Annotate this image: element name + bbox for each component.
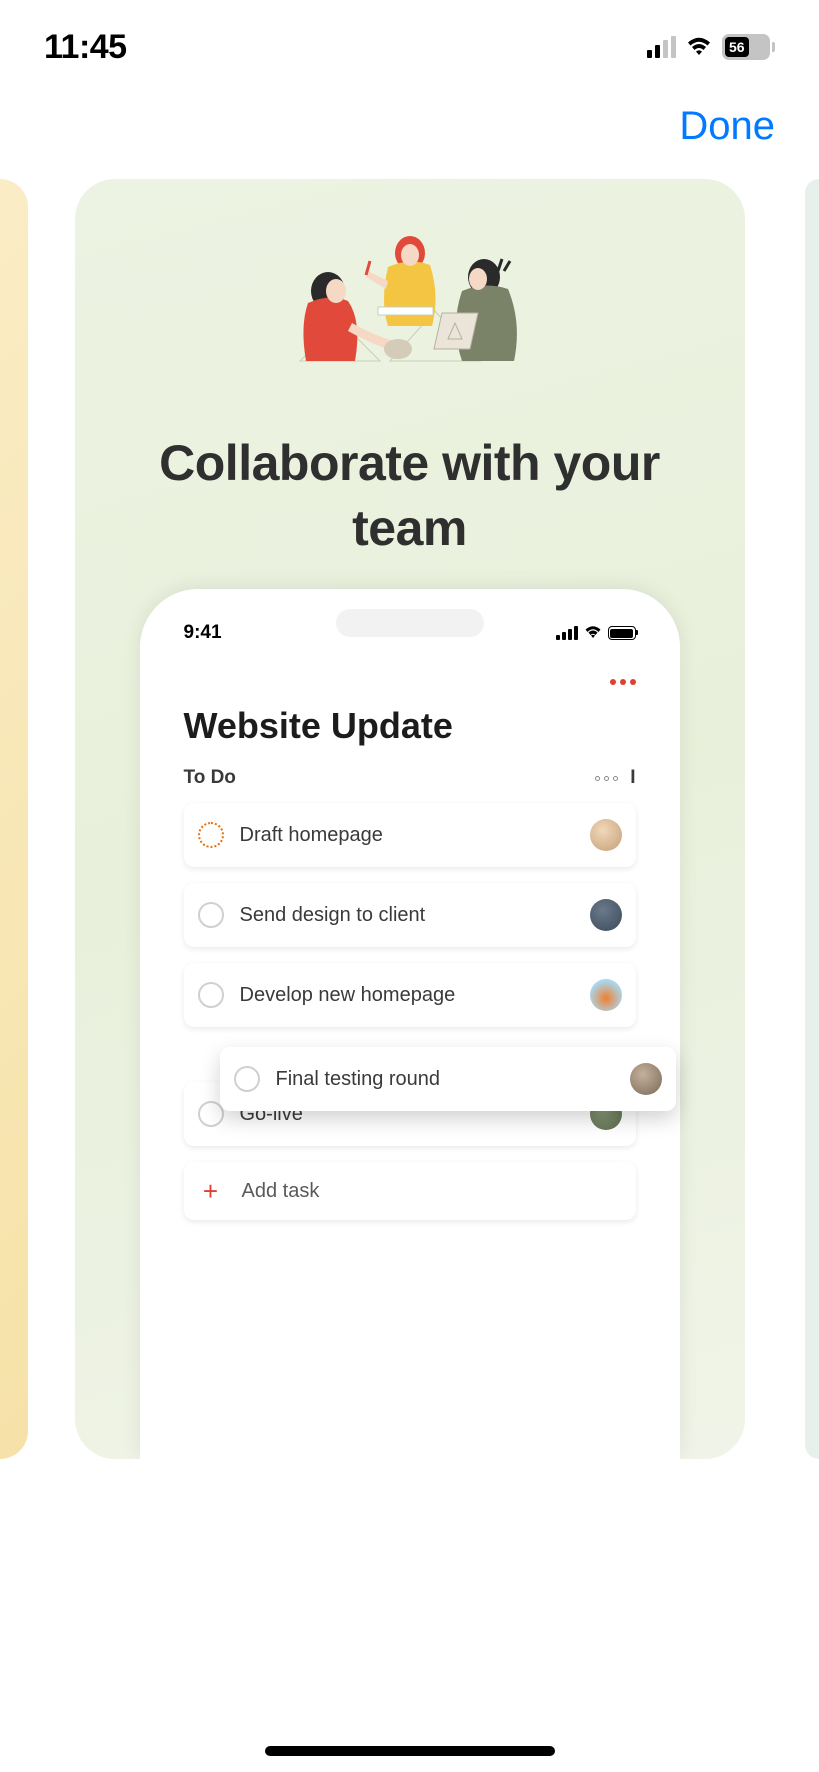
wifi-icon: [684, 36, 714, 58]
avatar: [590, 979, 622, 1011]
status-icons: 56: [647, 34, 775, 60]
plus-icon: +: [198, 1178, 224, 1204]
device-status-bar: 11:45 56: [0, 0, 819, 84]
task-list: Draft homepage Send design to client Dev…: [160, 803, 660, 1220]
next-column-peek: I: [630, 767, 635, 789]
task-card[interactable]: Send design to client: [184, 883, 636, 947]
phone-status-icons: [556, 626, 636, 640]
next-card-peek[interactable]: [805, 179, 819, 1459]
task-card[interactable]: Draft homepage: [184, 803, 636, 867]
prev-card-peek[interactable]: [0, 179, 28, 1459]
column-title: To Do: [184, 767, 236, 789]
avatar: [590, 899, 622, 931]
done-button[interactable]: Done: [679, 104, 775, 149]
phone-signal-icon: [556, 626, 578, 640]
task-card[interactable]: Develop new homepage: [184, 963, 636, 1027]
team-illustration: [270, 231, 550, 391]
phone-mockup: 9:41 Website Update: [140, 589, 680, 1459]
add-task-button[interactable]: + Add task: [184, 1162, 636, 1220]
phone-battery-icon: [608, 626, 636, 640]
battery-level: 56: [725, 37, 749, 57]
task-label: Develop new homepage: [240, 984, 574, 1007]
status-time: 11:45: [44, 28, 127, 67]
avatar: [630, 1063, 662, 1095]
add-task-label: Add task: [242, 1180, 320, 1203]
home-indicator[interactable]: [265, 1746, 555, 1756]
project-more-button[interactable]: [160, 649, 660, 695]
task-label: Final testing round: [276, 1068, 614, 1091]
battery-icon: 56: [722, 34, 775, 60]
phone-wifi-icon: [584, 626, 602, 640]
onboarding-carousel[interactable]: Collaborate with your team 9:41: [0, 179, 819, 1459]
dynamic-island: [336, 609, 484, 637]
task-label: Draft homepage: [240, 824, 574, 847]
task-checkbox[interactable]: [234, 1066, 260, 1092]
task-checkbox[interactable]: [198, 822, 224, 848]
column-header: To Do I: [160, 767, 660, 803]
avatar: [590, 819, 622, 851]
task-checkbox[interactable]: [198, 902, 224, 928]
project-title: Website Update: [160, 695, 660, 767]
task-label: Send design to client: [240, 904, 574, 927]
cellular-signal-icon: [647, 36, 676, 58]
onboarding-card: Collaborate with your team 9:41: [75, 179, 745, 1459]
phone-time: 9:41: [184, 622, 222, 644]
column-more-icon[interactable]: [595, 776, 618, 781]
card-heading: Collaborate with your team: [75, 431, 745, 561]
dragging-task-card[interactable]: Final testing round: [220, 1047, 676, 1111]
task-checkbox[interactable]: [198, 982, 224, 1008]
header-row: Done: [0, 84, 819, 179]
